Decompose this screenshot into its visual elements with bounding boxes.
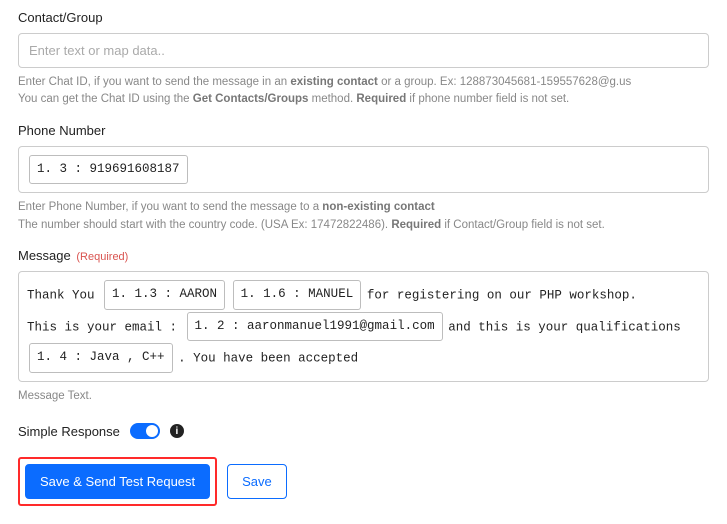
mapped-token[interactable]: 1. 1.3 : AARON: [104, 280, 225, 310]
mapped-token[interactable]: 1. 3 : 919691608187: [29, 155, 188, 185]
simple-response-label: Simple Response: [18, 424, 120, 439]
phone-number-help: Enter Phone Number, if you want to send …: [18, 199, 709, 234]
help-text-part: Enter Phone Number, if you want to send …: [18, 201, 322, 213]
message-text-part: This is your email :: [27, 320, 185, 334]
phone-number-label: Phone Number: [18, 123, 709, 138]
mapped-token[interactable]: 1. 2 : aaronmanuel1991@gmail.com: [187, 312, 443, 342]
help-text-bold: existing contact: [290, 76, 378, 88]
contact-group-help: Enter Chat ID, if you want to send the m…: [18, 74, 709, 109]
message-input[interactable]: Thank You 1. 1.3 : AARON 1. 1.6 : MANUEL…: [18, 271, 709, 382]
help-text-part: if phone number field is not set.: [406, 93, 569, 105]
help-text-part: if Contact/Group field is not set.: [441, 219, 605, 231]
help-text-part: The number should start with the country…: [18, 219, 391, 231]
help-text-bold: non-existing contact: [322, 201, 434, 213]
contact-group-input[interactable]: [18, 33, 709, 68]
help-text-part: You can get the Chat ID using the: [18, 93, 193, 105]
mapped-token[interactable]: 1. 1.6 : MANUEL: [233, 280, 362, 310]
message-text-part: for registering on our PHP workshop.: [367, 288, 637, 302]
phone-number-section: Phone Number 1. 3 : 919691608187 Enter P…: [18, 123, 709, 234]
help-text-part: method.: [308, 93, 356, 105]
form-wrapper: Contact/Group Enter Chat ID, if you want…: [0, 0, 727, 524]
mapped-token[interactable]: 1. 4 : Java , C++: [29, 343, 173, 373]
info-icon[interactable]: i: [170, 424, 184, 438]
simple-response-toggle[interactable]: [130, 423, 160, 439]
message-label-text: Message: [18, 248, 71, 263]
contact-group-label: Contact/Group: [18, 10, 709, 25]
message-text-part: . You have been accepted: [178, 352, 358, 366]
message-help: Message Text.: [18, 388, 709, 405]
save-send-test-button[interactable]: Save & Send Test Request: [25, 464, 210, 499]
help-text-part: Enter Chat ID, if you want to send the m…: [18, 76, 290, 88]
toggle-knob: [146, 425, 158, 437]
help-text-bold: Required: [391, 219, 441, 231]
contact-group-section: Contact/Group Enter Chat ID, if you want…: [18, 10, 709, 109]
help-text-bold: Required: [356, 93, 406, 105]
required-tag: (Required): [76, 251, 128, 263]
button-row: Save & Send Test Request Save: [18, 457, 709, 506]
message-section: Message (Required) Thank You 1. 1.3 : AA…: [18, 248, 709, 406]
annotation-highlight: Save & Send Test Request: [18, 457, 217, 506]
message-label: Message (Required): [18, 248, 709, 263]
save-button[interactable]: Save: [227, 464, 287, 499]
help-text-part: or a group. Ex: 128873045681-159557628@g…: [378, 76, 631, 88]
simple-response-row: Simple Response i: [18, 423, 709, 439]
message-text-part: Thank You: [27, 288, 102, 302]
phone-number-input[interactable]: 1. 3 : 919691608187: [18, 146, 709, 194]
help-text-bold: Get Contacts/Groups: [193, 93, 309, 105]
message-text-part: and this is your qualifications: [448, 320, 681, 334]
